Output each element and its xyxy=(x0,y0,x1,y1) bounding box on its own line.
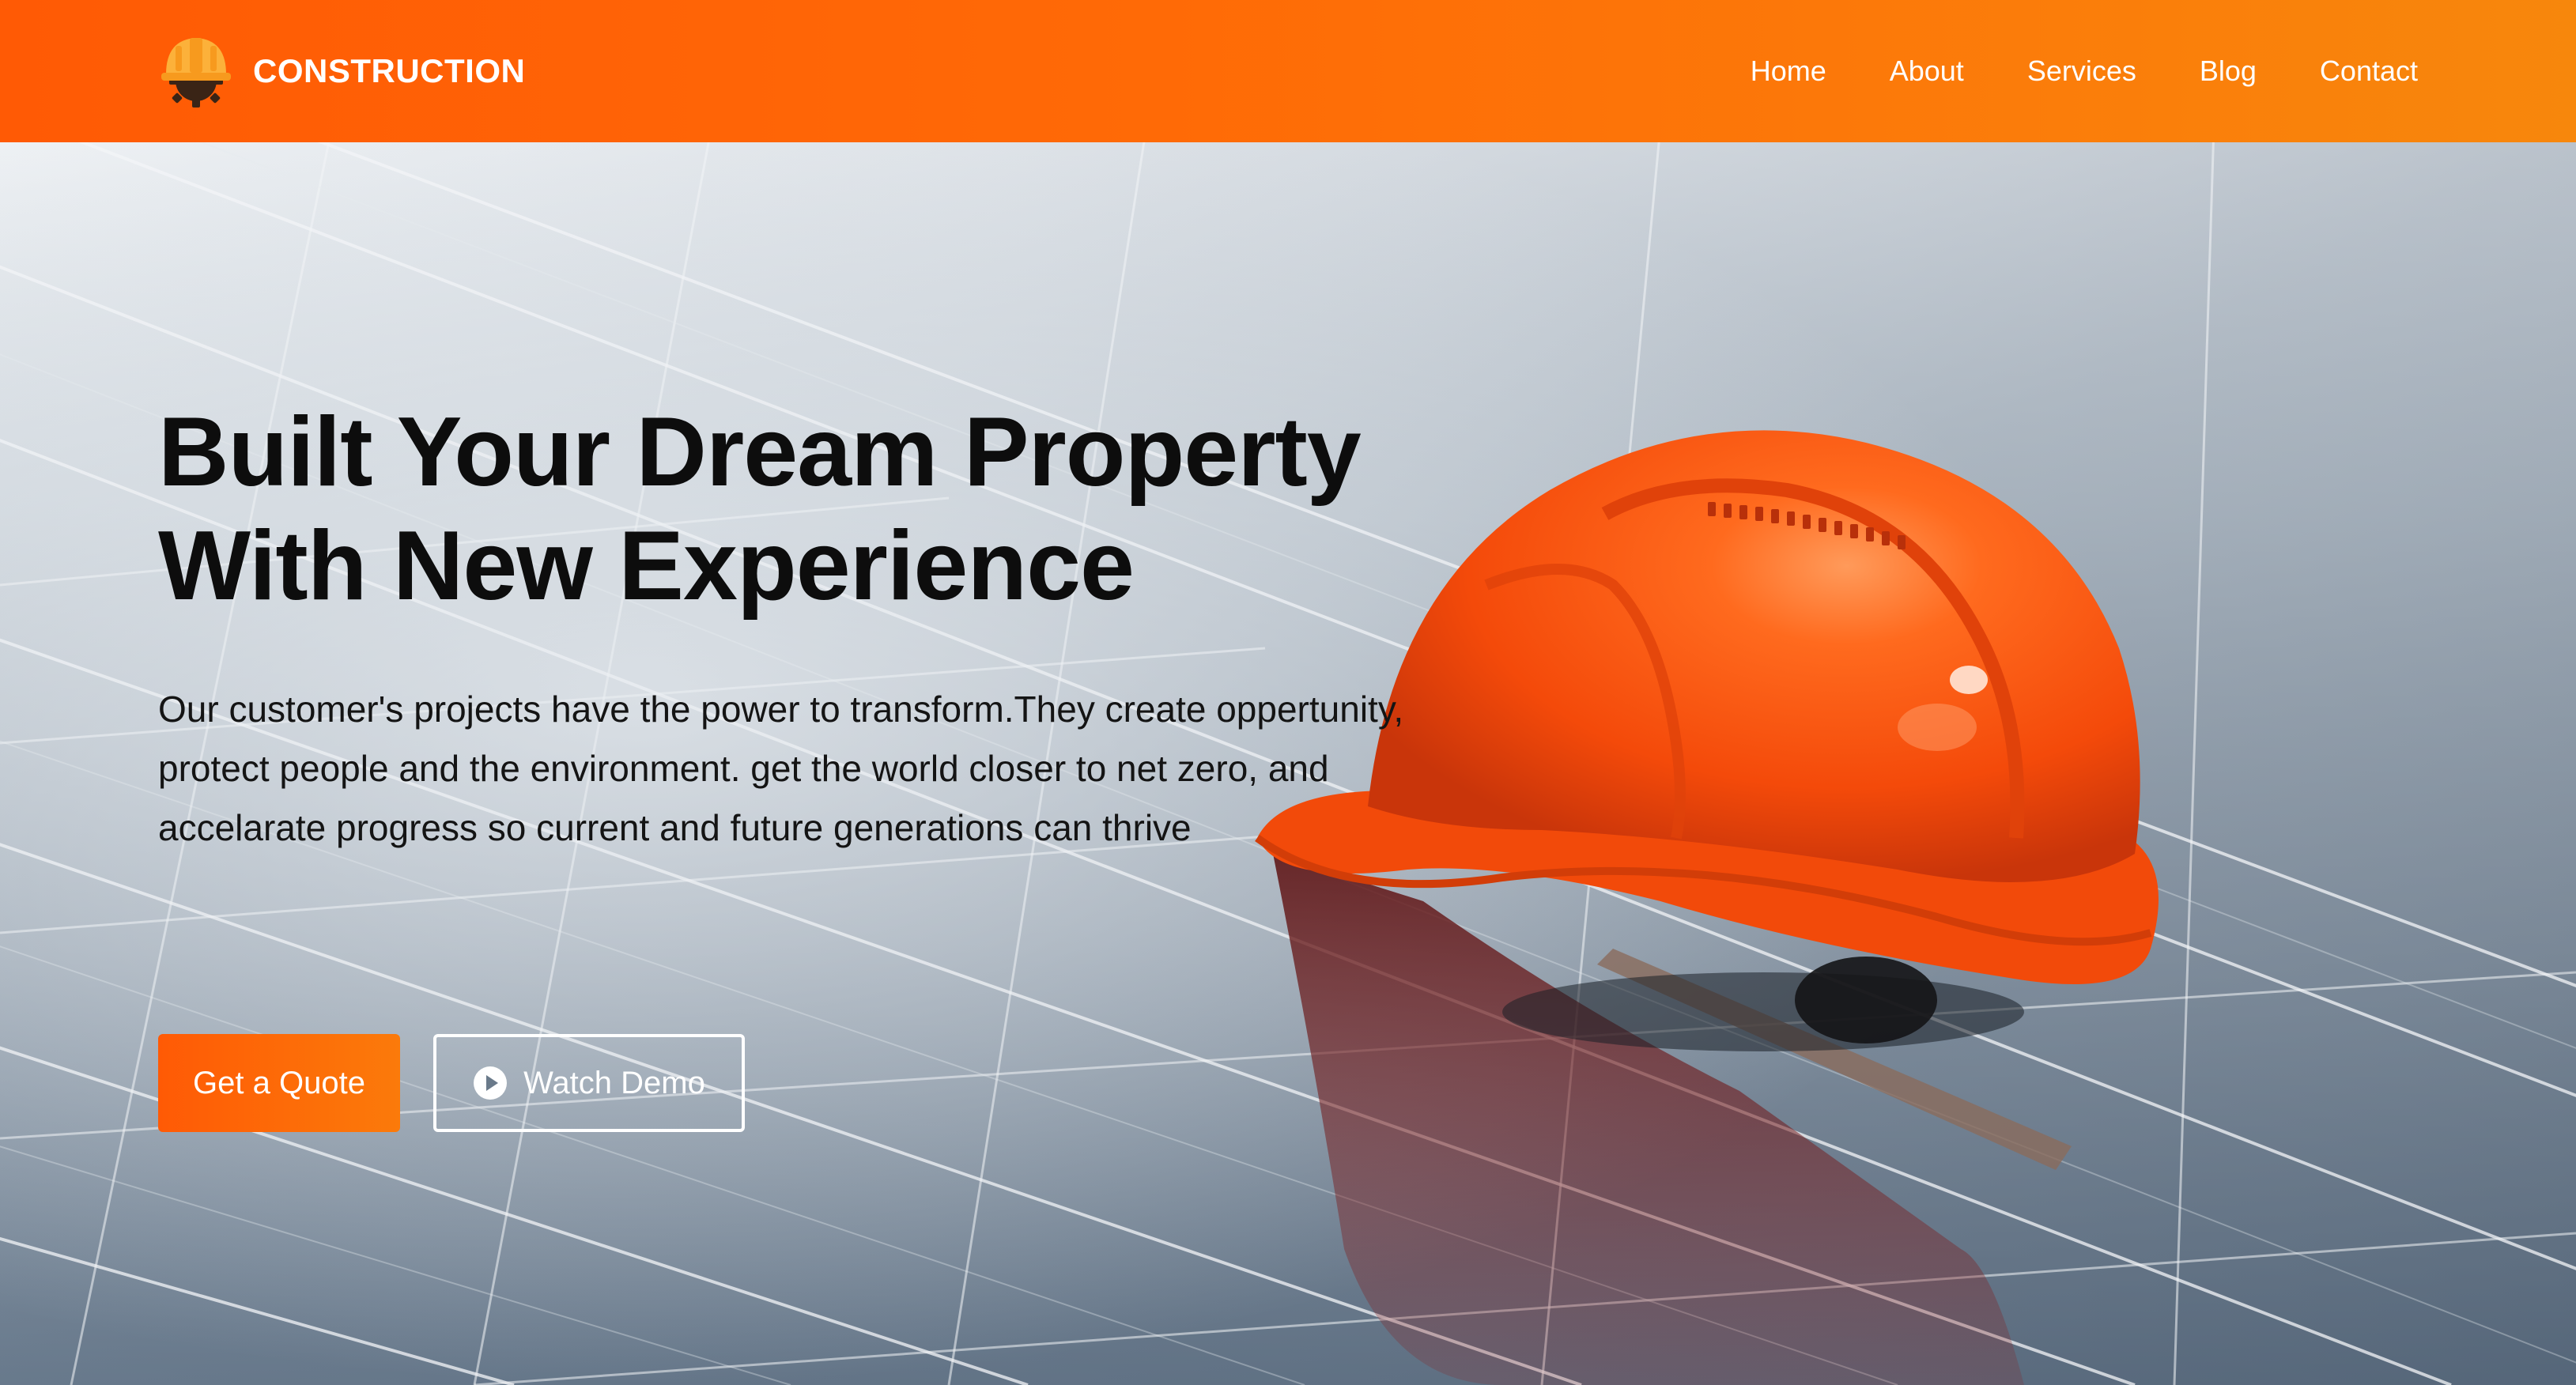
hero-title: Built Your Dream Property With New Exper… xyxy=(158,395,1455,623)
nav-services[interactable]: Services xyxy=(2027,55,2136,88)
hero-content: Built Your Dream Property With New Exper… xyxy=(158,395,1455,858)
watch-demo-button[interactable]: Watch Demo xyxy=(433,1034,745,1132)
brand[interactable]: CONSTRUCTION xyxy=(158,33,525,109)
hero-section: Built Your Dream Property With New Exper… xyxy=(0,142,2576,1385)
get-a-quote-button[interactable]: Get a Quote xyxy=(158,1034,400,1132)
nav-contact[interactable]: Contact xyxy=(2320,55,2418,88)
landing-page: CONSTRUCTION Home About Services Blog Co… xyxy=(0,0,2576,1385)
watch-demo-label: Watch Demo xyxy=(523,1065,705,1100)
hero-title-line-1: Built Your Dream Property xyxy=(158,398,1362,507)
hero-description: Our customer's projects have the power t… xyxy=(158,689,1404,848)
hard-hat-gear-icon xyxy=(161,38,231,108)
nav-about[interactable]: About xyxy=(1890,55,1964,88)
navbar: CONSTRUCTION Home About Services Blog Co… xyxy=(0,0,2576,142)
brand-name: CONSTRUCTION xyxy=(253,52,526,89)
hero-title-line-2: With New Experience xyxy=(158,511,1135,621)
main-nav: Home About Services Blog Contact xyxy=(1687,0,2418,142)
nav-home[interactable]: Home xyxy=(1751,55,1826,88)
hero-actions: Get a Quote Watch Demo xyxy=(158,1034,745,1132)
play-circle-icon xyxy=(474,1066,508,1100)
nav-blog[interactable]: Blog xyxy=(2200,55,2257,88)
